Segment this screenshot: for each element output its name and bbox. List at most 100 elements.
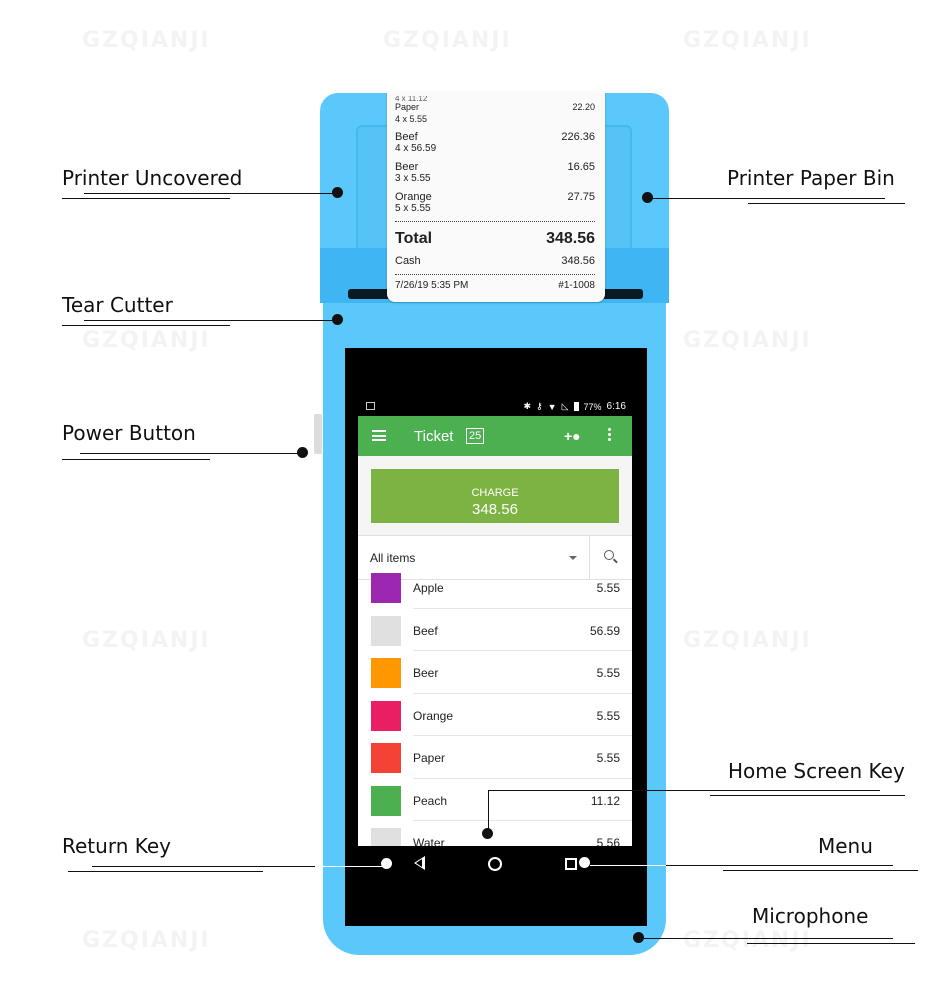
item-price: 5.55: [596, 708, 620, 723]
item-color-swatch: [371, 828, 401, 846]
receipt-item-amount: 22.20: [572, 102, 595, 112]
callout-underline: [723, 870, 918, 871]
callout-dot: [482, 828, 493, 839]
item-name: Peach: [413, 793, 448, 808]
callout-line: [488, 790, 489, 832]
receipt-footer: 7/26/19 5:35 PM #1-1008: [395, 280, 595, 291]
no-signal-icon: ◺: [561, 401, 569, 411]
callout-underline: [748, 203, 905, 204]
callout-underline: [62, 198, 230, 199]
callout-menu: Menu: [818, 834, 873, 858]
bluetooth-icon: ✱: [523, 401, 532, 411]
app-bar: Ticket 25 +●: [358, 416, 632, 456]
watermark: GZQIANJI: [683, 328, 812, 353]
filter-select[interactable]: All items: [370, 551, 415, 565]
receipt-divider: [395, 274, 595, 275]
callout-return-key: Return Key: [62, 834, 171, 858]
power-button[interactable]: [314, 414, 322, 454]
callout-line: [590, 865, 668, 866]
vpn-key-icon: ⚷: [536, 401, 543, 411]
list-item[interactable]: Peach 11.12: [358, 779, 632, 822]
add-customer-icon[interactable]: +●: [564, 428, 581, 444]
receipt-item-amount: 226.36: [561, 131, 595, 143]
back-icon[interactable]: [414, 856, 425, 870]
receipt-line: Orange 27.75 5 x 5.55: [395, 191, 595, 215]
callout-underline: [68, 871, 263, 872]
receipt-item-name: Beer: [395, 161, 419, 173]
callout-line: [84, 193, 337, 194]
search-icon[interactable]: [604, 550, 614, 560]
callout-line: [84, 320, 337, 321]
list-item[interactable]: Water 5.56: [358, 821, 632, 846]
watermark: GZQIANJI: [82, 328, 211, 353]
item-name: Water: [413, 836, 445, 846]
wifi-icon: ▼: [547, 401, 557, 412]
watermark: GZQIANJI: [82, 28, 211, 53]
receipt-item-qty: 4 x 56.59: [395, 143, 437, 154]
microphone-dot: [633, 932, 644, 943]
receipt-total-label: Total: [395, 230, 433, 247]
item-name: Beef: [413, 623, 438, 638]
receipt-total-value: 348.56: [546, 230, 595, 247]
callout-home-screen-key: Home Screen Key: [728, 759, 905, 783]
item-price: 11.12: [590, 793, 620, 808]
charge-button[interactable]: CHARGE 348.56: [371, 469, 619, 523]
receipt-item-amount: 16.65: [567, 161, 595, 173]
callout-line: [666, 865, 893, 866]
item-color-swatch: [371, 700, 401, 731]
callout-dot: [579, 857, 590, 868]
list-item[interactable]: Beer 5.55: [358, 651, 632, 694]
charge-area: CHARGE 348.56: [358, 456, 632, 536]
callout-line: [650, 198, 885, 199]
watermark: GZQIANJI: [683, 928, 812, 953]
item-color-swatch: [371, 743, 401, 773]
clock: 6:16: [606, 401, 626, 412]
item-color-swatch: [371, 573, 401, 603]
item-name: Paper: [413, 751, 446, 765]
callout-power-button: Power Button: [62, 421, 196, 445]
list-item[interactable]: Paper 5.55: [358, 736, 632, 779]
list-item[interactable]: Apple 5.55: [358, 566, 632, 609]
recent-apps-icon[interactable]: [565, 858, 577, 870]
app-title: Ticket: [414, 428, 454, 445]
home-icon[interactable]: [488, 857, 502, 871]
receipt-payment-value: 348.56: [561, 255, 595, 267]
battery-level: 77%: [583, 401, 602, 412]
item-color-swatch: [371, 615, 401, 646]
receipt-payment: Cash 348.56: [395, 255, 595, 267]
list-item[interactable]: Orange 5.55: [358, 694, 632, 737]
item-price: 56.59: [589, 623, 620, 638]
dropdown-arrow-icon[interactable]: [569, 556, 577, 560]
callout-underline: [747, 943, 915, 944]
overflow-menu-icon[interactable]: [608, 428, 612, 442]
charge-label: CHARGE: [471, 486, 519, 499]
callout-line: [80, 453, 303, 454]
callout-microphone: Microphone: [752, 904, 869, 928]
watermark: GZQIANJI: [82, 628, 211, 653]
callout-tear-cutter: Tear Cutter: [62, 293, 173, 317]
receipt-line: Beer 16.65 3 x 5.55: [395, 161, 595, 185]
callout-dot: [642, 192, 653, 203]
list-item[interactable]: Beef 56.59: [358, 609, 632, 652]
receipt-datetime: 7/26/19 5:35 PM: [395, 280, 469, 291]
receipt-divider: [395, 221, 595, 222]
watermark: GZQIANJI: [683, 28, 812, 53]
callout-underline: [62, 459, 210, 460]
status-bar: ✱ ⚷ ▼ ◺ 77% 6:16: [358, 398, 632, 415]
pos-app: Ticket 25 +● CHARGE 348.56 All items App…: [358, 416, 632, 846]
item-name: Beer: [413, 666, 439, 680]
ticket-count-badge[interactable]: 25: [466, 428, 485, 444]
receipt-item-name: Beef: [395, 131, 418, 143]
charge-amount: 348.56: [472, 500, 518, 518]
receipt-item-qty: 4 x 5.55: [395, 114, 428, 124]
receipt-line: Paper 22.20 4 x 5.55: [395, 101, 595, 125]
item-price: 5.56: [596, 836, 620, 846]
callout-underline: [710, 795, 905, 796]
watermark: GZQIANJI: [683, 628, 812, 653]
receipt-item-name: Paper: [395, 102, 420, 112]
callout-underline: [62, 325, 230, 326]
receipt-item-qty: 3 x 5.55: [395, 173, 431, 184]
menu-icon[interactable]: [372, 430, 386, 441]
callout-dot: [332, 187, 343, 198]
android-nav-bar: [358, 846, 632, 882]
